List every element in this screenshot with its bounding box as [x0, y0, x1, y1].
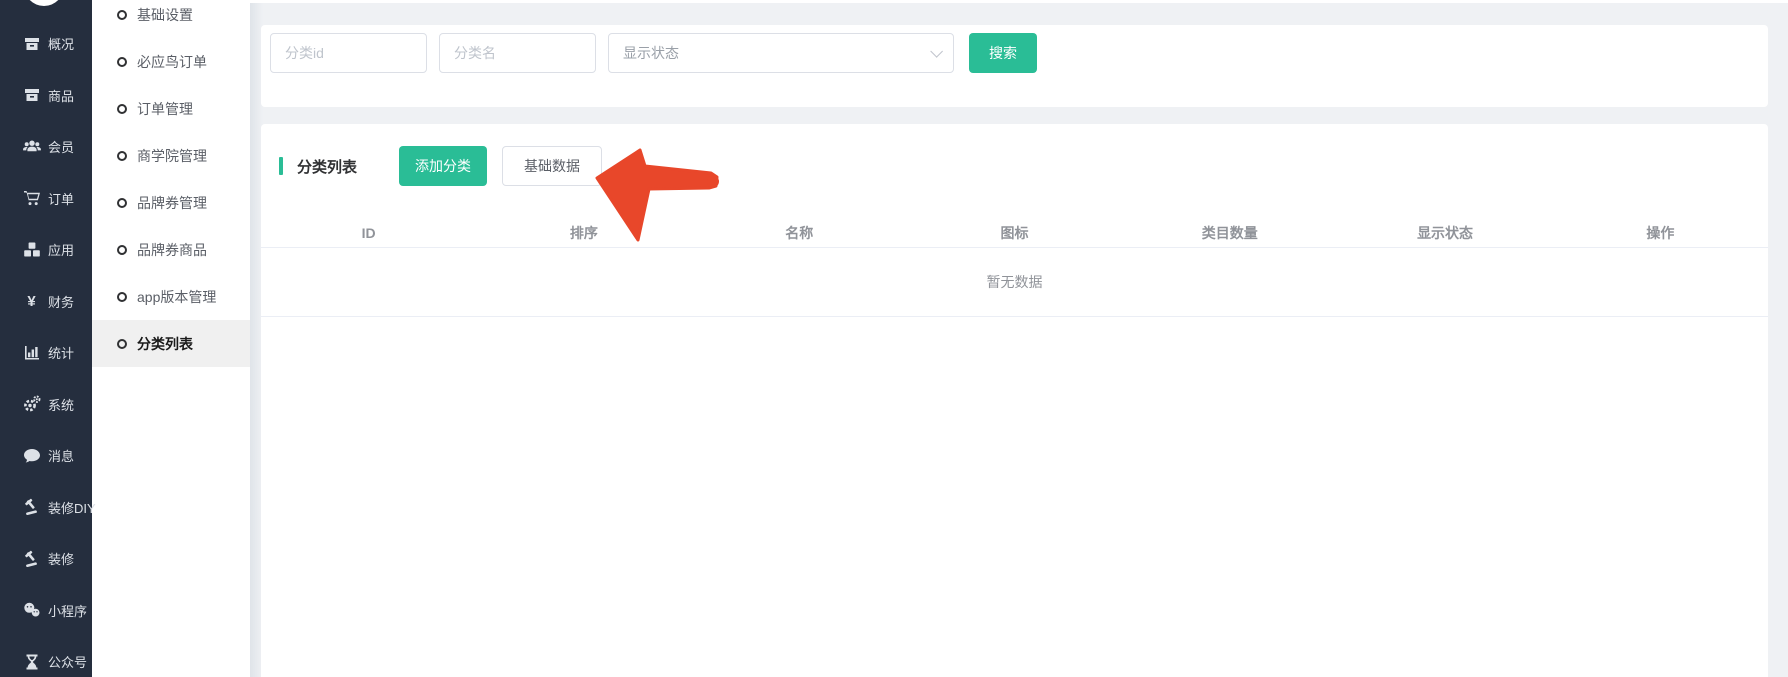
submenu-item-label: 订单管理 — [137, 99, 193, 119]
sidebar-item-label: 统计 — [48, 343, 74, 362]
submenu-item-label: 商学院管理 — [137, 146, 207, 166]
stats-chart-icon — [22, 343, 41, 362]
sidebar-item-label: 装修 — [48, 549, 74, 568]
sidebar-item-stats[interactable]: 统计 — [0, 327, 92, 379]
search-button[interactable]: 搜索 — [969, 33, 1037, 73]
submenu-item-brand-coupon-management[interactable]: 品牌券管理 — [92, 179, 250, 226]
filter-row: 显示状态 搜索 — [270, 33, 1037, 73]
sidebar-item-decorate-diy[interactable]: 装修DIY — [0, 482, 92, 534]
submenu-item-label: 品牌券商品 — [137, 240, 207, 260]
circle-icon — [117, 245, 127, 255]
section-header: 分类列表 添加分类 基础数据 — [279, 146, 602, 186]
messages-comment-icon — [22, 446, 41, 465]
sidebar-item-label: 订单 — [48, 189, 74, 208]
admin-app: 概况 商品 会员 订单 — [0, 0, 1788, 677]
sidebar-item-label: 公众号 — [48, 652, 87, 671]
apps-cubes-icon — [22, 240, 41, 259]
empty-state: 暂无数据 — [261, 248, 1768, 317]
category-list-card: 分类列表 添加分类 基础数据 ID 排序 名称 图标 类目数量 显示状态 操作 … — [261, 124, 1768, 677]
section-title: 分类列表 — [297, 156, 357, 177]
sidebar-item-mini-program[interactable]: 小程序 — [0, 585, 92, 637]
goods-box-icon — [22, 86, 41, 105]
sidebar-item-system[interactable]: 系统 — [0, 379, 92, 431]
table-header-name: 名称 — [692, 223, 907, 243]
circle-icon — [117, 104, 127, 114]
circle-icon — [117, 198, 127, 208]
submenu-item-label: 必应鸟订单 — [137, 52, 207, 72]
sidebar-item-label: 系统 — [48, 395, 74, 414]
table-header-display-status: 显示状态 — [1337, 223, 1552, 243]
mini-program-wechat-icon — [22, 601, 41, 620]
table-header-row: ID 排序 名称 图标 类目数量 显示状态 操作 — [261, 218, 1768, 248]
sidebar-item-messages[interactable]: 消息 — [0, 430, 92, 482]
decorate-diy-gavel-icon — [22, 498, 41, 517]
secondary-sidebar: 基础设置 必应鸟订单 订单管理 商学院管理 品牌券管理 品牌券商品 — [92, 0, 250, 677]
overview-box-icon — [22, 34, 41, 53]
table-header-sort: 排序 — [476, 223, 691, 243]
table-header-category-count: 类目数量 — [1122, 223, 1337, 243]
submenu-item-label: 品牌券管理 — [137, 193, 207, 213]
category-name-input[interactable] — [439, 33, 596, 73]
sidebar-item-label: 概况 — [48, 34, 74, 53]
submenu-item-brand-coupon-goods[interactable]: 品牌券商品 — [92, 226, 250, 273]
sidebar-item-label: 装修DIY — [48, 498, 96, 517]
sidebar-item-goods[interactable]: 商品 — [0, 70, 92, 122]
circle-icon — [117, 151, 127, 161]
category-table: ID 排序 名称 图标 类目数量 显示状态 操作 暂无数据 — [261, 218, 1768, 317]
members-users-icon — [22, 137, 41, 156]
circle-icon — [117, 57, 127, 67]
orders-cart-icon — [22, 189, 41, 208]
official-account-hourglass-icon — [22, 652, 41, 671]
main-content: 显示状态 搜索 分类列表 添加分类 基础数据 ID 排序 名称 图标 — [250, 0, 1788, 677]
sidebar-item-label: 应用 — [48, 240, 74, 259]
primary-nav: 概况 商品 会员 订单 — [0, 0, 92, 677]
sidebar-item-orders[interactable]: 订单 — [0, 173, 92, 225]
submenu-item-order-management[interactable]: 订单管理 — [92, 85, 250, 132]
submenu-item-label: app版本管理 — [137, 287, 216, 307]
submenu-item-category-list[interactable]: 分类列表 — [92, 320, 250, 367]
decorate-gavel-icon — [22, 549, 41, 568]
category-id-input[interactable] — [270, 33, 427, 73]
table-header-icon: 图标 — [907, 223, 1122, 243]
submenu-item-label: 基础设置 — [137, 5, 193, 25]
sidebar-item-label: 会员 — [48, 137, 74, 156]
submenu-item-bird-orders[interactable]: 必应鸟订单 — [92, 38, 250, 85]
circle-icon — [117, 292, 127, 302]
submenu-item-label: 分类列表 — [137, 334, 193, 354]
secondary-nav: 基础设置 必应鸟订单 订单管理 商学院管理 品牌券管理 品牌券商品 — [92, 0, 250, 367]
sidebar-item-members[interactable]: 会员 — [0, 121, 92, 173]
circle-icon — [117, 10, 127, 20]
sidebar-item-label: 商品 — [48, 86, 74, 105]
sidebar-item-label: 消息 — [48, 446, 74, 465]
base-data-button[interactable]: 基础数据 — [502, 146, 602, 186]
system-gears-icon — [22, 395, 41, 414]
empty-state-text: 暂无数据 — [987, 272, 1043, 292]
top-strip — [250, 0, 1788, 3]
chevron-down-icon — [930, 45, 943, 58]
primary-sidebar: 概况 商品 会员 订单 — [0, 0, 92, 677]
sidebar-item-overview[interactable]: 概况 — [0, 18, 92, 70]
section-accent-bar — [279, 157, 283, 175]
add-category-button[interactable]: 添加分类 — [399, 146, 487, 186]
sidebar-item-decorate[interactable]: 装修 — [0, 533, 92, 585]
table-header-actions: 操作 — [1553, 223, 1768, 243]
submenu-item-app-version-management[interactable]: app版本管理 — [92, 273, 250, 320]
sidebar-item-label: 财务 — [48, 292, 74, 311]
submenu-item-basic-settings[interactable]: 基础设置 — [92, 0, 250, 38]
filter-card: 显示状态 搜索 — [261, 25, 1768, 107]
circle-icon — [117, 339, 127, 349]
sidebar-item-label: 小程序 — [48, 601, 87, 620]
table-header-id: ID — [261, 225, 476, 241]
sidebar-item-official-account[interactable]: 公众号 — [0, 636, 92, 677]
sidebar-item-apps[interactable]: 应用 — [0, 224, 92, 276]
submenu-item-academy-management[interactable]: 商学院管理 — [92, 132, 250, 179]
finance-yen-icon: ¥ — [22, 292, 41, 311]
display-status-value: 显示状态 — [623, 43, 679, 63]
display-status-select[interactable]: 显示状态 — [608, 33, 954, 73]
sidebar-item-finance[interactable]: ¥ 财务 — [0, 276, 92, 328]
